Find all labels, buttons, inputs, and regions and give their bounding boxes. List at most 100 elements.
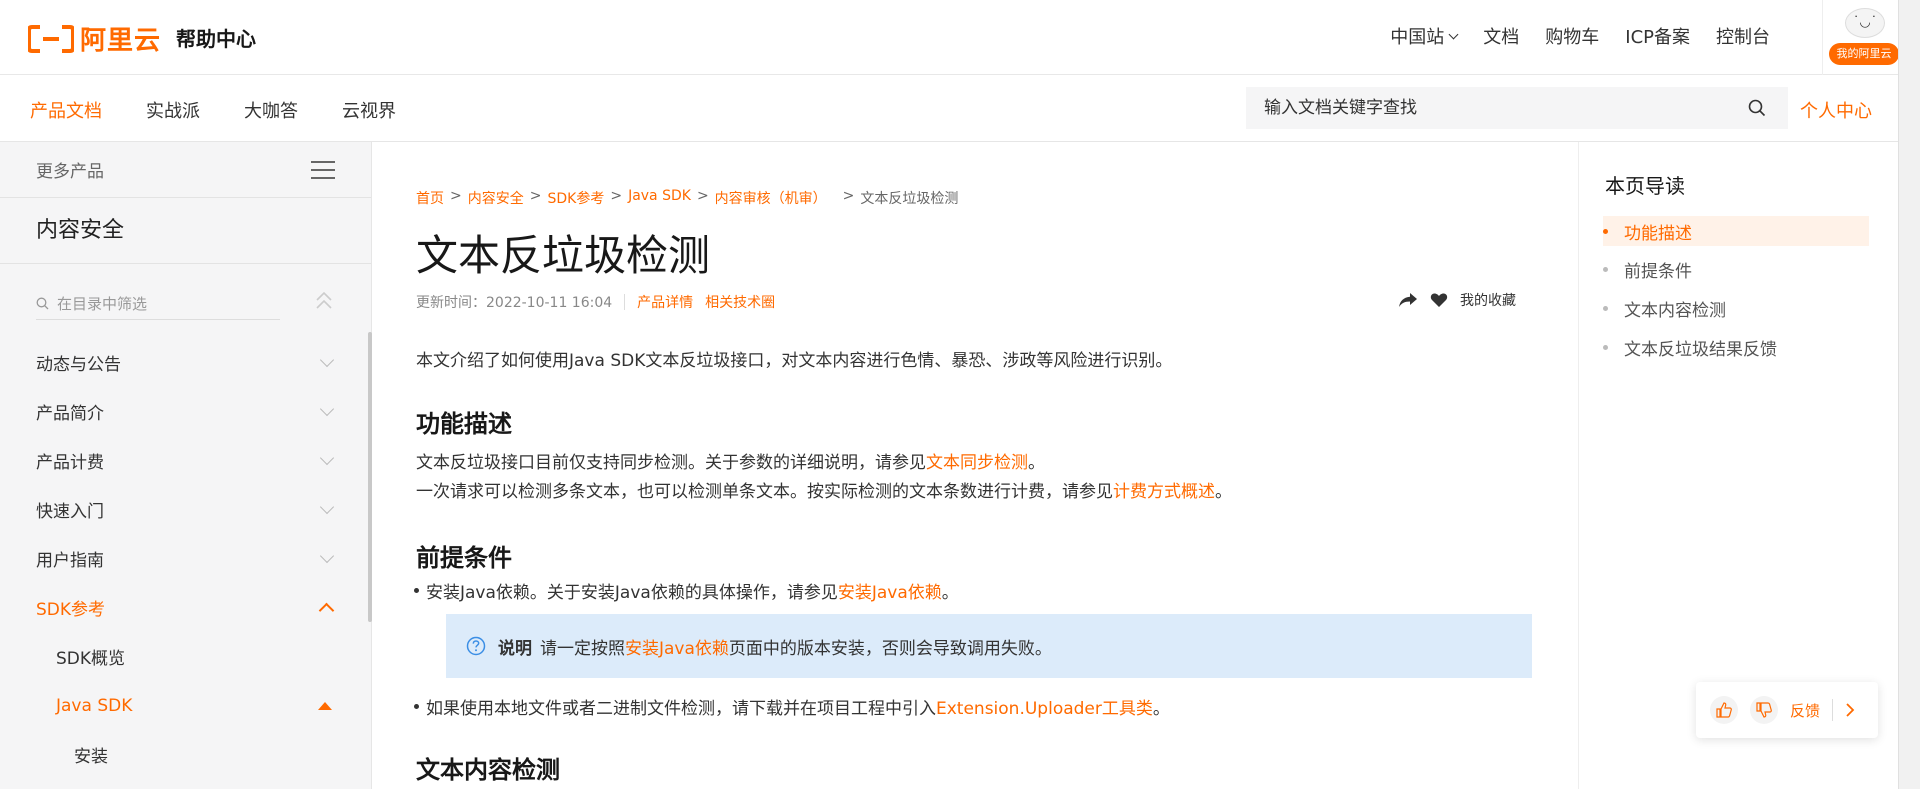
text-sync-detection-link[interactable]: 文本同步检测: [926, 453, 1028, 473]
list-item: 安装Java依赖。关于安装Java依赖的具体操作，请参见安装Java依赖。: [414, 578, 959, 603]
toc-item-feedback[interactable]: 文本反垃圾结果反馈: [1603, 332, 1869, 362]
sidebar-item-label: SDK参考: [36, 600, 106, 620]
text: 文本反垃圾接口目前仅支持同步检测。关于参数的详细说明，请参见: [416, 453, 926, 473]
breadcrumb-separator: >: [529, 188, 542, 204]
sidebar-filter[interactable]: 在目录中筛选: [36, 288, 280, 320]
text: 请一定按照: [540, 638, 625, 659]
thumbs-down-button[interactable]: [1750, 696, 1778, 724]
breadcrumb-home[interactable]: 首页: [416, 188, 444, 208]
sidebar-item-label: 产品计费: [36, 453, 104, 473]
toc-item-prerequisites[interactable]: 前提条件: [1603, 254, 1869, 284]
breadcrumb: 首页 > 内容安全 > SDK参考 > Java SDK > 内容审核（机审） …: [416, 188, 958, 208]
sidebar-item-install[interactable]: 安装: [0, 730, 372, 779]
toc-item-function[interactable]: 功能描述: [1603, 216, 1869, 246]
tab-expert-answers[interactable]: 大咖答: [244, 97, 298, 123]
tab-cloud-vision[interactable]: 云视界: [342, 97, 396, 123]
more-products-label: 更多产品: [36, 162, 104, 182]
my-favorites[interactable]: 我的收藏: [1460, 290, 1516, 310]
breadcrumb-separator: >: [696, 188, 709, 204]
sidebar-item-sdk-reference[interactable]: SDK参考: [0, 583, 372, 632]
tab-product-docs[interactable]: 产品文档: [30, 97, 102, 123]
text: 。: [1028, 453, 1045, 473]
thumbs-up-button[interactable]: [1710, 696, 1738, 724]
billing-overview-link[interactable]: 计费方式概述: [1113, 482, 1215, 502]
top-nav-cart[interactable]: 购物车: [1545, 23, 1599, 49]
uploader-tool-link[interactable]: Extension.Uploader工具类: [936, 699, 1153, 719]
product-name[interactable]: 内容安全: [0, 198, 371, 264]
product-details-link[interactable]: 产品详情: [637, 292, 693, 312]
chevron-down-icon: [319, 401, 335, 416]
my-aliyun-button[interactable]: 我的阿里云: [1829, 43, 1899, 65]
related-circle-link[interactable]: 相关技术圈: [705, 292, 775, 312]
bullet-dot: [1603, 266, 1608, 272]
user-avatar-area[interactable]: ˙◡˙ 我的阿里云: [1822, 0, 1899, 75]
toc-item-label: 前提条件: [1624, 261, 1692, 282]
intro-paragraph: 本文介绍了如何使用Java SDK文本反垃圾接口，对文本内容进行色情、暴恐、涉政…: [416, 351, 1173, 371]
top-nav-icp[interactable]: ICP备案: [1625, 23, 1690, 49]
sidebar-item-label: 动态与公告: [36, 355, 121, 375]
tab-practice[interactable]: 实战派: [146, 97, 200, 123]
doc-meta: 更新时间：2022-10-11 16:04 产品详情 相关技术圈: [416, 292, 787, 312]
toc-item-label: 功能描述: [1624, 223, 1692, 244]
doc-search-box[interactable]: [1246, 87, 1788, 129]
chevron-up-icon: [318, 602, 335, 619]
avatar[interactable]: ˙◡˙: [1845, 8, 1885, 38]
doc-tabs: 产品文档 实战派 大咖答 云视界: [30, 97, 396, 123]
help-center-title[interactable]: 帮助中心: [176, 23, 256, 52]
collapse-all-icon[interactable]: [314, 290, 334, 312]
breadcrumb-current: 文本反垃圾检测: [860, 191, 959, 207]
sidebar-item-news[interactable]: 动态与公告: [0, 338, 372, 387]
share-icon[interactable]: [1398, 292, 1418, 308]
sidebar-filter-placeholder: 在目录中筛选: [57, 295, 148, 313]
top-nav-console[interactable]: 控制台: [1716, 23, 1770, 49]
section-heading-prerequisites: 前提条件: [416, 544, 512, 572]
question-icon: [466, 636, 486, 656]
top-nav-region[interactable]: 中国站: [1390, 23, 1459, 49]
note-box: 说明 请一定按照 安装Java依赖 页面中的版本安装，否则会导致调用失败。: [446, 614, 1532, 678]
top-nav-region-label: 中国站: [1390, 27, 1445, 48]
chevron-down-icon: [319, 548, 335, 563]
page-scrollbar-track[interactable]: [1898, 0, 1920, 789]
more-products[interactable]: 更多产品: [0, 142, 371, 198]
sidebar-item-label: 快速入门: [36, 502, 104, 522]
breadcrumb-moderation[interactable]: 内容审核（机审）: [715, 188, 827, 208]
sidebar-item-user-guide[interactable]: 用户指南: [0, 534, 372, 583]
bullet-dot: [1603, 305, 1608, 311]
personal-center-link[interactable]: 个人中心: [1800, 97, 1872, 123]
search-icon: [36, 297, 49, 310]
text: 。: [1215, 482, 1232, 502]
breadcrumb-content-security[interactable]: 内容安全: [468, 188, 524, 208]
install-java-dependency-link[interactable]: 安装Java依赖: [838, 583, 942, 603]
sidebar-item-intro[interactable]: 产品简介: [0, 387, 372, 436]
toc-item-text-detection[interactable]: 文本内容检测: [1603, 293, 1869, 323]
section-heading-function: 功能描述: [416, 410, 512, 438]
function-paragraph-1: 文本反垃圾接口目前仅支持同步检测。关于参数的详细说明，请参见文本同步检测。: [416, 448, 1045, 473]
sidebar-item-quickstart[interactable]: 快速入门: [0, 485, 372, 534]
function-paragraph-2: 一次请求可以检测多条文本，也可以检测单条文本。按实际检测的文本条数进行计费，请参…: [416, 477, 1232, 502]
bullet-dot: [1603, 228, 1608, 234]
heart-icon[interactable]: [1430, 292, 1448, 308]
chevron-down-icon: [319, 499, 335, 514]
doc-search-input[interactable]: [1264, 98, 1724, 118]
top-nav: 中国站 文档 购物车 ICP备案 控制台: [1390, 23, 1770, 49]
top-nav-docs[interactable]: 文档: [1483, 23, 1519, 49]
install-java-dependency-link[interactable]: 安装Java依赖: [625, 634, 729, 659]
thumbs-up-icon: [1716, 702, 1732, 718]
breadcrumb-sdk-reference[interactable]: SDK参考: [547, 188, 604, 208]
sidebar-item-java-sdk[interactable]: Java SDK: [0, 681, 372, 730]
bullet-dot: [1603, 344, 1608, 350]
feedback-label[interactable]: 反馈: [1790, 700, 1820, 721]
divider: [1832, 699, 1834, 721]
chevron-down-icon: [319, 450, 335, 465]
text: 如果使用本地文件或者二进制文件检测，请下载并在项目工程中引入: [426, 699, 936, 719]
breadcrumb-java-sdk[interactable]: Java SDK: [628, 188, 691, 208]
feedback-widget: 反馈: [1696, 682, 1878, 738]
doc-actions: 我的收藏: [1398, 290, 1516, 310]
chevron-right-icon[interactable]: [1845, 703, 1855, 717]
search-icon[interactable]: [1748, 99, 1766, 117]
sidebar-item-billing[interactable]: 产品计费: [0, 436, 372, 485]
aliyun-logo[interactable]: 阿里云: [28, 20, 161, 57]
breadcrumb-separator: >: [610, 188, 623, 204]
menu-icon[interactable]: [311, 160, 335, 179]
sidebar-item-sdk-overview[interactable]: SDK概览: [0, 632, 372, 681]
